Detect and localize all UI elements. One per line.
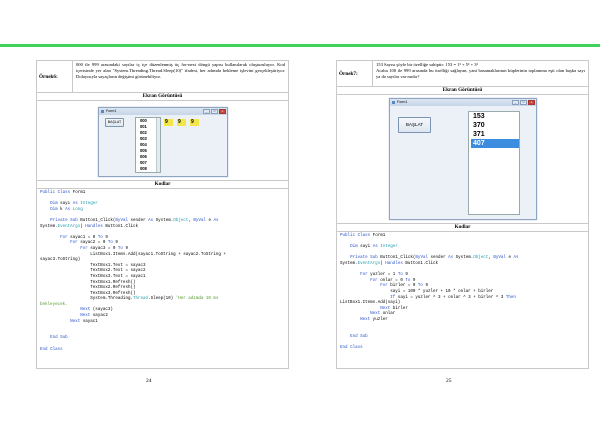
textbox-hundreds[interactable]: 9 <box>164 119 173 126</box>
top-band <box>0 0 600 44</box>
form-window: Form1 _ □ x BAŞLAT 000 001 002 003 004 005 006… <box>98 107 228 177</box>
code-line: End Class <box>340 345 363 350</box>
window-titlebar: Form1 _ □ x <box>99 108 227 115</box>
code-line: End Class <box>40 347 63 352</box>
page-24: Örnek6: 000 ile 999 arasındaki sayılar i… <box>36 60 289 369</box>
example-text: 000 ile 999 arasındaki sayılar iç içe dü… <box>76 62 285 79</box>
page-25: Örnek7: 153 Sayısı şöyle bir özelliğe sa… <box>336 60 589 369</box>
maximize-icon[interactable]: □ <box>211 109 218 114</box>
form-icon <box>392 101 395 104</box>
screen-heading: Ekran Görüntüsü <box>37 93 288 101</box>
code-heading: Kodlar <box>337 224 588 232</box>
window-title: Form1 <box>106 109 117 113</box>
example-row: Örnek6: 000 ile 999 arasındaki sayılar i… <box>37 61 288 93</box>
minimize-icon[interactable]: _ <box>203 109 210 114</box>
example-text-line-2: Acaba 100 ile 999 arasında bu özelliği s… <box>376 68 585 79</box>
page-number: 24 <box>146 378 152 384</box>
example-label: Örnek6: <box>37 61 73 92</box>
list-item[interactable]: 370 <box>471 121 519 130</box>
code-listing: Public Class Form1 Dim sayi As Integer P… <box>337 232 588 353</box>
screenshot-cell: Form1 _ □ x BAŞLAT 153 370 371 407 <box>337 95 588 224</box>
screenshot-cell: Form1 _ □ x BAŞLAT 000 001 002 003 004 005 006… <box>37 101 288 181</box>
start-button[interactable]: BAŞLAT <box>105 118 124 127</box>
screen-heading: Ekran Görüntüsü <box>337 87 588 95</box>
example-label: Örnek7: <box>337 61 373 86</box>
textbox-tens[interactable]: 9 <box>177 119 186 126</box>
page-number: 25 <box>446 378 452 384</box>
close-icon[interactable]: x <box>528 100 535 105</box>
list-item[interactable]: 153 <box>471 112 519 121</box>
close-icon[interactable]: x <box>219 109 226 114</box>
example-row: Örnek7: 153 Sayısı şöyle bir özelliğe sa… <box>337 61 588 87</box>
form-window: Form1 _ □ x BAŞLAT 153 370 371 407 <box>389 98 537 220</box>
green-divider <box>0 44 600 47</box>
number-listbox[interactable]: 000 001 002 003 004 005 006 007 008 <box>135 117 161 173</box>
form-icon <box>101 110 104 113</box>
list-item[interactable]: 407 <box>471 139 519 148</box>
result-listbox[interactable]: 153 370 371 407 <box>468 111 520 215</box>
textbox-ones[interactable]: 9 <box>190 119 199 126</box>
window-title: Form1 <box>397 100 408 104</box>
minimize-icon[interactable]: _ <box>512 100 519 105</box>
example-text: 153 Sayısı şöyle bir özelliğe sahiptir: … <box>373 61 588 86</box>
code-listing: Public Class Form1 Dim sayı As Integer D… <box>37 189 288 355</box>
listbox-scrollbar[interactable] <box>156 118 160 172</box>
code-heading: Kodlar <box>37 181 288 189</box>
list-item[interactable]: 371 <box>471 130 519 139</box>
maximize-icon[interactable]: □ <box>520 100 527 105</box>
start-button[interactable]: BAŞLAT <box>398 117 431 133</box>
window-titlebar: Form1 _ □ x <box>390 99 536 106</box>
